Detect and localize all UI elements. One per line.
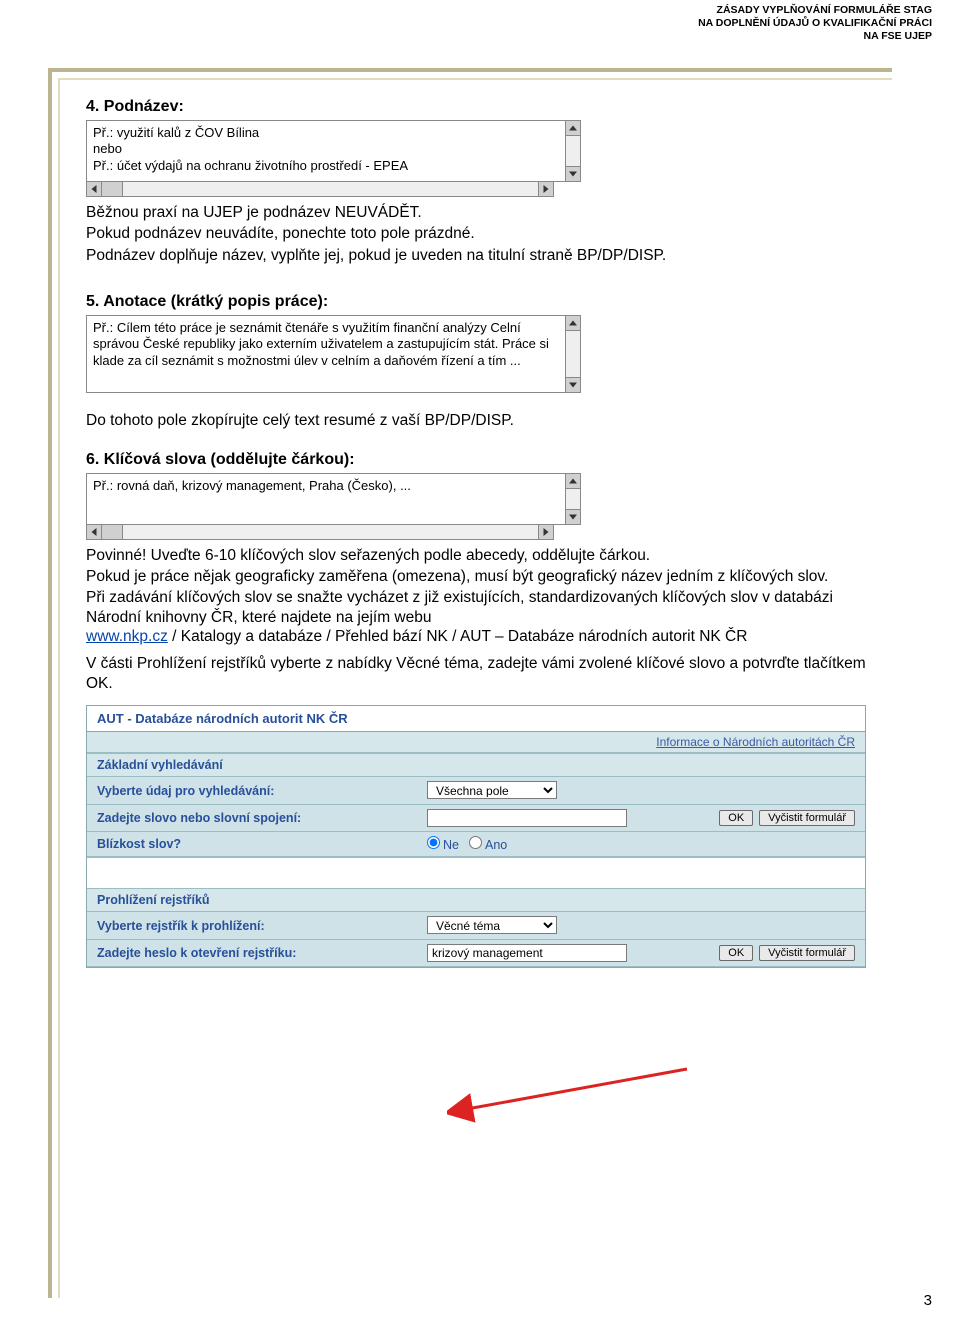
scroll-left-icon[interactable] xyxy=(87,525,102,539)
aut-clear-button-1[interactable]: Vyčistit formulář xyxy=(759,810,855,826)
header-line3: NA FSE UJEP xyxy=(698,30,932,43)
page-number: 3 xyxy=(924,1292,932,1309)
section5-para1: Do tohoto pole zkopírujte celý text resu… xyxy=(86,411,866,430)
section6-para1: Povinné! Uveďte 6-10 klíčových slov seřa… xyxy=(86,546,866,565)
section6-para3b: / Katalogy a databáze / Přehled bází NK … xyxy=(168,628,748,645)
aut-radio-ne-label[interactable]: Ne xyxy=(427,836,459,852)
section4-title: 4. Podnázev: xyxy=(86,98,866,116)
section6-hscroll[interactable] xyxy=(86,525,554,540)
aut-field-select[interactable]: Všechna pole xyxy=(427,781,557,799)
scroll-thumb[interactable] xyxy=(102,182,123,196)
aut-info-link[interactable]: Informace o Národních autoritách ČR xyxy=(656,735,855,749)
aut-row-term: Zadejte heslo k otevření rejstříku: OK V… xyxy=(87,940,865,967)
section4-textbox[interactable]: Př.: využití kalů z ČOV Bílina nebo Př.:… xyxy=(86,120,566,182)
section6-para4: V části Prohlížení rejstříků vyberte z n… xyxy=(86,654,866,693)
section4-hscroll[interactable] xyxy=(86,182,554,197)
section6-vscroll[interactable] xyxy=(566,473,581,525)
aut-row-field: Vyberte údaj pro vyhledávání: Všechna po… xyxy=(87,777,865,805)
aut-row5-label: Zadejte heslo k otevření rejstříku: xyxy=(97,946,427,960)
main-frame: 4. Podnázev: Př.: využití kalů z ČOV Bíl… xyxy=(48,68,892,1298)
scroll-right-icon[interactable] xyxy=(538,525,553,539)
section5-vscroll[interactable] xyxy=(566,315,581,393)
section4-para3: Podnázev doplňuje název, vyplňte jej, po… xyxy=(86,246,866,265)
section6-title: 6. Klíčová slova (oddělujte čárkou): xyxy=(86,451,866,469)
aut-row-word: Zadejte slovo nebo slovní spojení: OK Vy… xyxy=(87,805,865,832)
aut-title: AUT - Databáze národních autorit NK ČR xyxy=(87,706,865,732)
section4-textbox-wrap: Př.: využití kalů z ČOV Bílina nebo Př.:… xyxy=(86,120,866,182)
section6-para2: Pokud je práce nějak geograficky zaměřen… xyxy=(86,567,866,586)
aut-index-select[interactable]: Věcné téma xyxy=(427,916,557,934)
aut-section-basic: Základní vyhledávání xyxy=(87,753,865,777)
aut-radio-ne[interactable] xyxy=(427,836,440,849)
section4-vscroll[interactable] xyxy=(566,120,581,182)
header-line1: ZÁSADY VYPLŇOVÁNÍ FORMULÁŘE STAG xyxy=(698,4,932,17)
aut-radio-ano-label[interactable]: Ano xyxy=(469,836,507,852)
section6-para3: Při zadávání klíčových slov se snažte vy… xyxy=(86,588,866,646)
header: ZÁSADY VYPLŇOVÁNÍ FORMULÁŘE STAG NA DOPL… xyxy=(698,4,932,43)
aut-spacer xyxy=(87,857,865,888)
section4-para1: Běžnou praxí na UJEP je podnázev NEUVÁDĚ… xyxy=(86,203,866,222)
header-line2: NA DOPLNĚNÍ ÚDAJŮ O KVALIFIKAČNÍ PRÁCI xyxy=(698,17,932,30)
scroll-thumb[interactable] xyxy=(102,525,123,539)
scroll-track[interactable] xyxy=(102,182,538,196)
aut-panel: AUT - Databáze národních autorit NK ČR I… xyxy=(86,705,866,968)
scroll-down-icon[interactable] xyxy=(566,377,580,392)
aut-ok-button-1[interactable]: OK xyxy=(719,810,753,826)
nkp-link[interactable]: www.nkp.cz xyxy=(86,628,168,645)
aut-row-proximity: Blízkost slov? Ne Ano xyxy=(87,832,865,857)
scroll-up-icon[interactable] xyxy=(566,316,580,331)
aut-ok-button-2[interactable]: OK xyxy=(719,945,753,961)
scroll-right-icon[interactable] xyxy=(538,182,553,196)
section5-title: 5. Anotace (krátký popis práce): xyxy=(86,293,866,311)
aut-section-index: Prohlížení rejstříků xyxy=(87,888,865,912)
section6-textbox-wrap: Př.: rovná daň, krizový management, Prah… xyxy=(86,473,866,525)
aut-radio-ano[interactable] xyxy=(469,836,482,849)
aut-toprow: Informace o Národních autoritách ČR xyxy=(87,732,865,753)
aut-row-index: Vyberte rejstřík k prohlížení: Věcné tém… xyxy=(87,912,865,940)
scroll-down-icon[interactable] xyxy=(566,166,580,181)
aut-term-input[interactable] xyxy=(427,944,627,962)
aut-row2-label: Zadejte slovo nebo slovní spojení: xyxy=(97,811,427,825)
scroll-left-icon[interactable] xyxy=(87,182,102,196)
scroll-track[interactable] xyxy=(566,136,580,166)
section6-para3a: Při zadávání klíčových slov se snažte vy… xyxy=(86,589,833,625)
aut-clear-button-2[interactable]: Vyčistit formulář xyxy=(759,945,855,961)
section5-textbox[interactable]: Př.: Cílem této práce je seznámit čtenář… xyxy=(86,315,566,393)
scroll-track[interactable] xyxy=(566,331,580,377)
section5-textbox-wrap: Př.: Cílem této práce je seznámit čtenář… xyxy=(86,315,866,393)
scroll-up-icon[interactable] xyxy=(566,474,580,489)
section6-textbox[interactable]: Př.: rovná daň, krizový management, Prah… xyxy=(86,473,566,525)
aut-word-input[interactable] xyxy=(427,809,627,827)
scroll-track[interactable] xyxy=(566,489,580,509)
aut-row1-label: Vyberte údaj pro vyhledávání: xyxy=(97,784,427,798)
annotation-arrow-icon xyxy=(447,1059,707,1129)
scroll-track[interactable] xyxy=(102,525,538,539)
aut-row4-label: Vyberte rejstřík k prohlížení: xyxy=(97,919,427,933)
aut-row3-label: Blízkost slov? xyxy=(97,837,427,851)
section4-para2: Pokud podnázev neuvádíte, ponechte toto … xyxy=(86,224,866,243)
scroll-down-icon[interactable] xyxy=(566,509,580,524)
scroll-up-icon[interactable] xyxy=(566,121,580,136)
